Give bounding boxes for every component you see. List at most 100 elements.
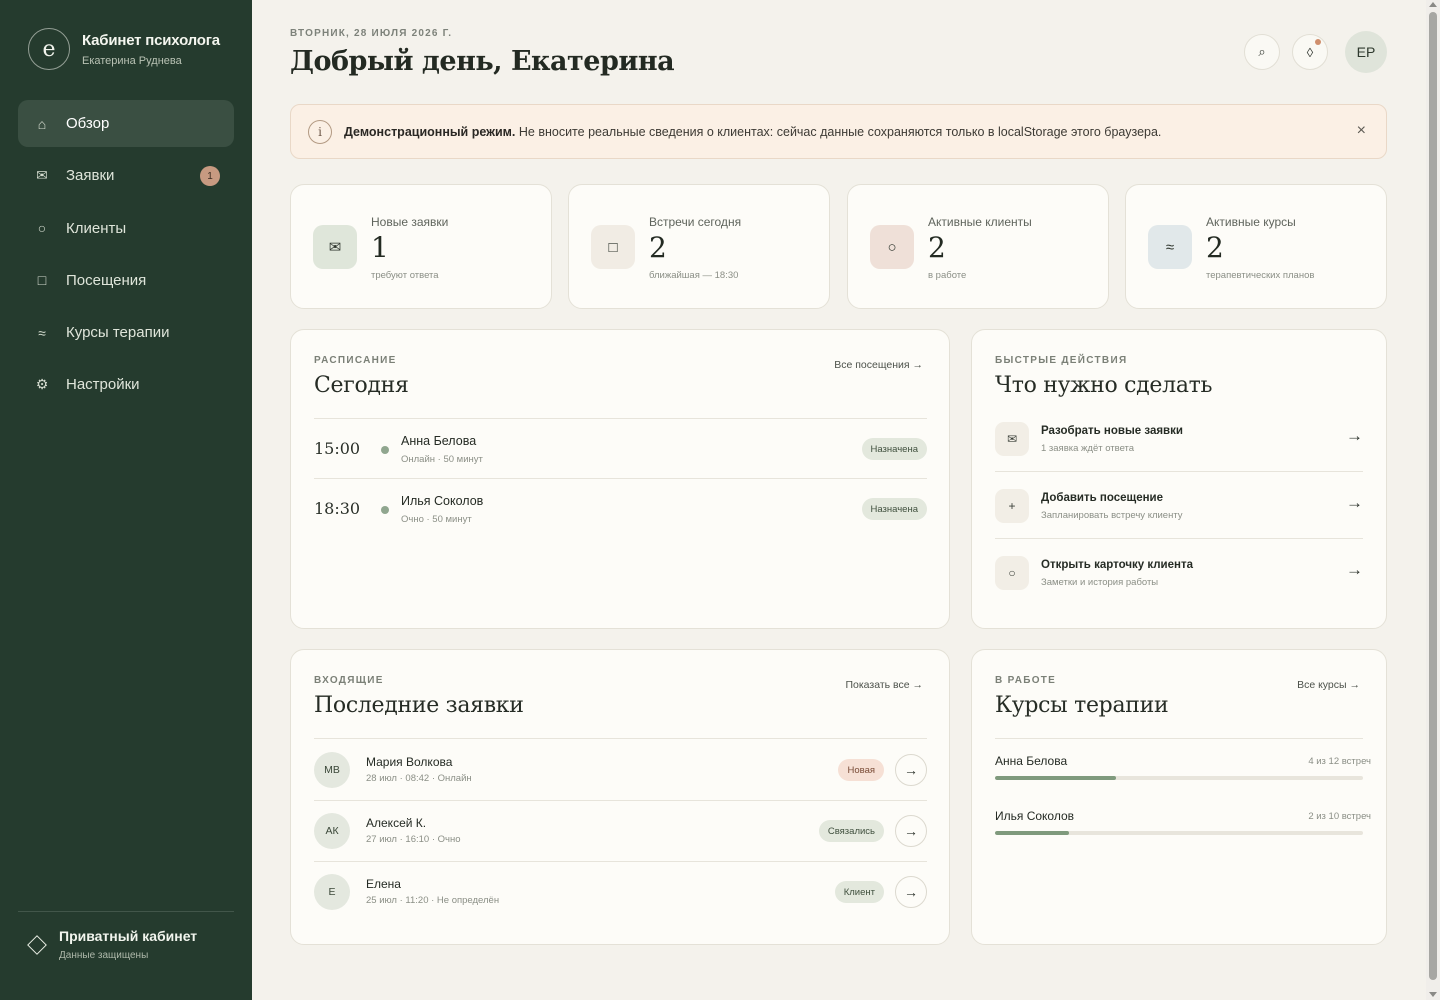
avatar: МВ <box>314 752 350 788</box>
client-name: Анна Белова <box>401 434 477 448</box>
request-row[interactable]: МВ Мария Волкова 28 июл · 08:42 · Онлайн… <box>314 740 927 800</box>
status-badge: Назначена <box>861 498 927 520</box>
sidebar-item-overview[interactable]: ⌂ Обзор <box>18 100 234 147</box>
open-request-button[interactable]: → <box>895 876 927 908</box>
avatar: Е <box>314 874 350 910</box>
status-dot <box>381 446 389 454</box>
schedule-row[interactable]: 18:30 Илья Соколов Очно · 50 минут Назна… <box>314 479 927 539</box>
therapy-courses-card: В РАБОТЕ Курсы терапии Все курсы → Анна … <box>971 649 1387 945</box>
course-count: 4 из 12 встреч <box>1308 756 1371 767</box>
open-request-button[interactable]: → <box>895 815 927 847</box>
schedule-meta: Очно · 50 минут <box>401 514 472 525</box>
close-icon[interactable]: × <box>1357 122 1366 140</box>
stat-sub: терапевтических планов <box>1206 270 1315 281</box>
request-meta: 25 июл · 11:20 · Не определён <box>366 895 500 906</box>
diamond-icon <box>27 934 47 955</box>
divider <box>995 738 1363 739</box>
square-calendar-icon: □ <box>591 225 635 269</box>
circle-user-icon: ○ <box>37 220 47 237</box>
sidebar-item-requests[interactable]: ✉ Заявки 1 <box>18 152 234 199</box>
stat-card-active-clients: ○ Активные клиенты 2 в работе <box>847 184 1109 309</box>
arrow-right-icon: → <box>904 884 918 900</box>
card-title: Сегодня <box>314 373 409 398</box>
card-title: Курсы терапии <box>995 693 1169 718</box>
course-progress-fill <box>995 831 1069 835</box>
course-client-name: Анна Белова <box>995 754 1068 768</box>
schedule-time: 18:30 <box>314 499 361 518</box>
schedule-card: РАСПИСАНИЕ Сегодня Все посещения → 15:00… <box>290 329 950 629</box>
all-courses-link[interactable]: Все курсы → <box>1297 679 1360 691</box>
card-title: Последние заявки <box>314 693 524 718</box>
avatar[interactable]: ЕР <box>1345 31 1387 73</box>
status-badge: Назначена <box>861 438 927 460</box>
quick-action-title: Разобрать новые заявки <box>1041 425 1183 437</box>
status-badge: Клиент <box>834 881 884 903</box>
schedule-time: 15:00 <box>314 439 361 458</box>
stat-label: Активные клиенты <box>928 215 1032 229</box>
status-badge: Связались <box>818 820 884 842</box>
sidebar: e Кабинет психолога Екатерина Руднева ⌂ … <box>0 0 252 1000</box>
stat-value: 2 <box>928 231 946 264</box>
arrow-right-icon: → <box>904 762 918 778</box>
private-cabinet: Приватный кабинет Данные защищены <box>27 928 198 961</box>
mail-icon: ✉ <box>995 422 1029 456</box>
notification-dot <box>1315 39 1321 45</box>
banner-bold: Демонстрационный режим. <box>344 124 516 139</box>
wave-icon: ≈ <box>38 324 46 341</box>
sidebar-item-visits[interactable]: □ Посещения <box>18 257 234 304</box>
course-progress-bar <box>995 831 1363 835</box>
scroll-thumb[interactable] <box>1429 12 1437 980</box>
notifications-button[interactable]: ◊ <box>1292 34 1328 70</box>
request-name: Елена <box>366 877 401 891</box>
status-badge: Новая <box>838 759 884 781</box>
request-name: Мария Волкова <box>366 755 453 769</box>
quick-action-sub: 1 заявка ждёт ответа <box>1041 443 1135 454</box>
scroll-up-icon[interactable] <box>1429 2 1437 7</box>
stat-label: Активные курсы <box>1206 215 1296 229</box>
home-icon: ⌂ <box>37 115 47 132</box>
sidebar-item-label: Обзор <box>66 115 110 132</box>
schedule-row[interactable]: 15:00 Анна Белова Онлайн · 50 минут Назн… <box>314 419 927 479</box>
quick-action-open-client[interactable]: ○ Открыть карточку клиента Заметки и ист… <box>995 556 1363 623</box>
circle-user-icon: ○ <box>995 556 1029 590</box>
sidebar-item-label: Клиенты <box>66 219 127 237</box>
page-title: Добрый день, Екатерина <box>290 46 675 77</box>
open-request-button[interactable]: → <box>895 754 927 786</box>
sidebar-item-clients[interactable]: ○ Клиенты <box>18 205 234 252</box>
private-subtitle: Данные защищены <box>59 950 149 961</box>
request-name: Алексей К. <box>366 816 427 830</box>
quick-action-review-requests[interactable]: ✉ Разобрать новые заявки 1 заявка ждёт о… <box>995 422 1363 489</box>
wave-icon: ≈ <box>1148 225 1192 269</box>
course-progress-bar <box>995 776 1363 780</box>
stat-value: 2 <box>1206 231 1224 264</box>
stat-sub: требуют ответа <box>371 270 439 281</box>
request-row[interactable]: Е Елена 25 июл · 11:20 · Не определён Кл… <box>314 862 927 922</box>
brand-title: Кабинет психолога <box>82 31 220 49</box>
stat-value: 1 <box>371 231 389 264</box>
quick-action-add-visit[interactable]: + Добавить посещение Запланировать встре… <box>995 489 1363 556</box>
arrow-right-icon: → <box>1346 493 1363 512</box>
scroll-down-icon[interactable] <box>1429 992 1437 997</box>
page-scrollbar[interactable] <box>1426 0 1440 1000</box>
recent-requests-card: ВХОДЯЩИЕ Последние заявки Показать все →… <box>290 649 950 945</box>
all-visits-link[interactable]: Все посещения → <box>834 359 923 371</box>
card-kicker: БЫСТРЫЕ ДЕЙСТВИЯ <box>995 355 1128 366</box>
search-button[interactable]: ⌕ <box>1244 34 1280 70</box>
sidebar-item-courses[interactable]: ≈ Курсы терапии <box>18 309 234 356</box>
notification-icon: ◊ <box>1306 44 1314 60</box>
main-content: ВТОРНИК, 28 ИЮЛЯ 2026 Г. Добрый день, Ек… <box>252 0 1426 1000</box>
private-title: Приватный кабинет <box>59 928 198 944</box>
banner-text: Демонстрационный режим. Не вносите реаль… <box>344 125 1161 139</box>
request-row[interactable]: АК Алексей К. 27 июл · 16:10 · Очно Связ… <box>314 801 927 861</box>
demo-mode-banner: i Демонстрационный режим. Не вносите реа… <box>290 104 1387 159</box>
sidebar-item-label: Посещения <box>66 271 147 289</box>
show-all-requests-link[interactable]: Показать все → <box>845 679 923 691</box>
avatar: АК <box>314 813 350 849</box>
stat-value: 2 <box>649 231 667 264</box>
course-count: 2 из 10 встреч <box>1308 811 1371 822</box>
course-progress-fill <box>995 776 1117 780</box>
stat-card-active-courses: ≈ Активные курсы 2 терапевтических плано… <box>1125 184 1387 309</box>
request-meta: 27 июл · 16:10 · Очно <box>366 834 461 845</box>
sidebar-item-settings[interactable]: ⚙ Настройки <box>18 361 234 408</box>
stat-card-meetings-today: □ Встречи сегодня 2 ближайшая — 18:30 <box>568 184 830 309</box>
